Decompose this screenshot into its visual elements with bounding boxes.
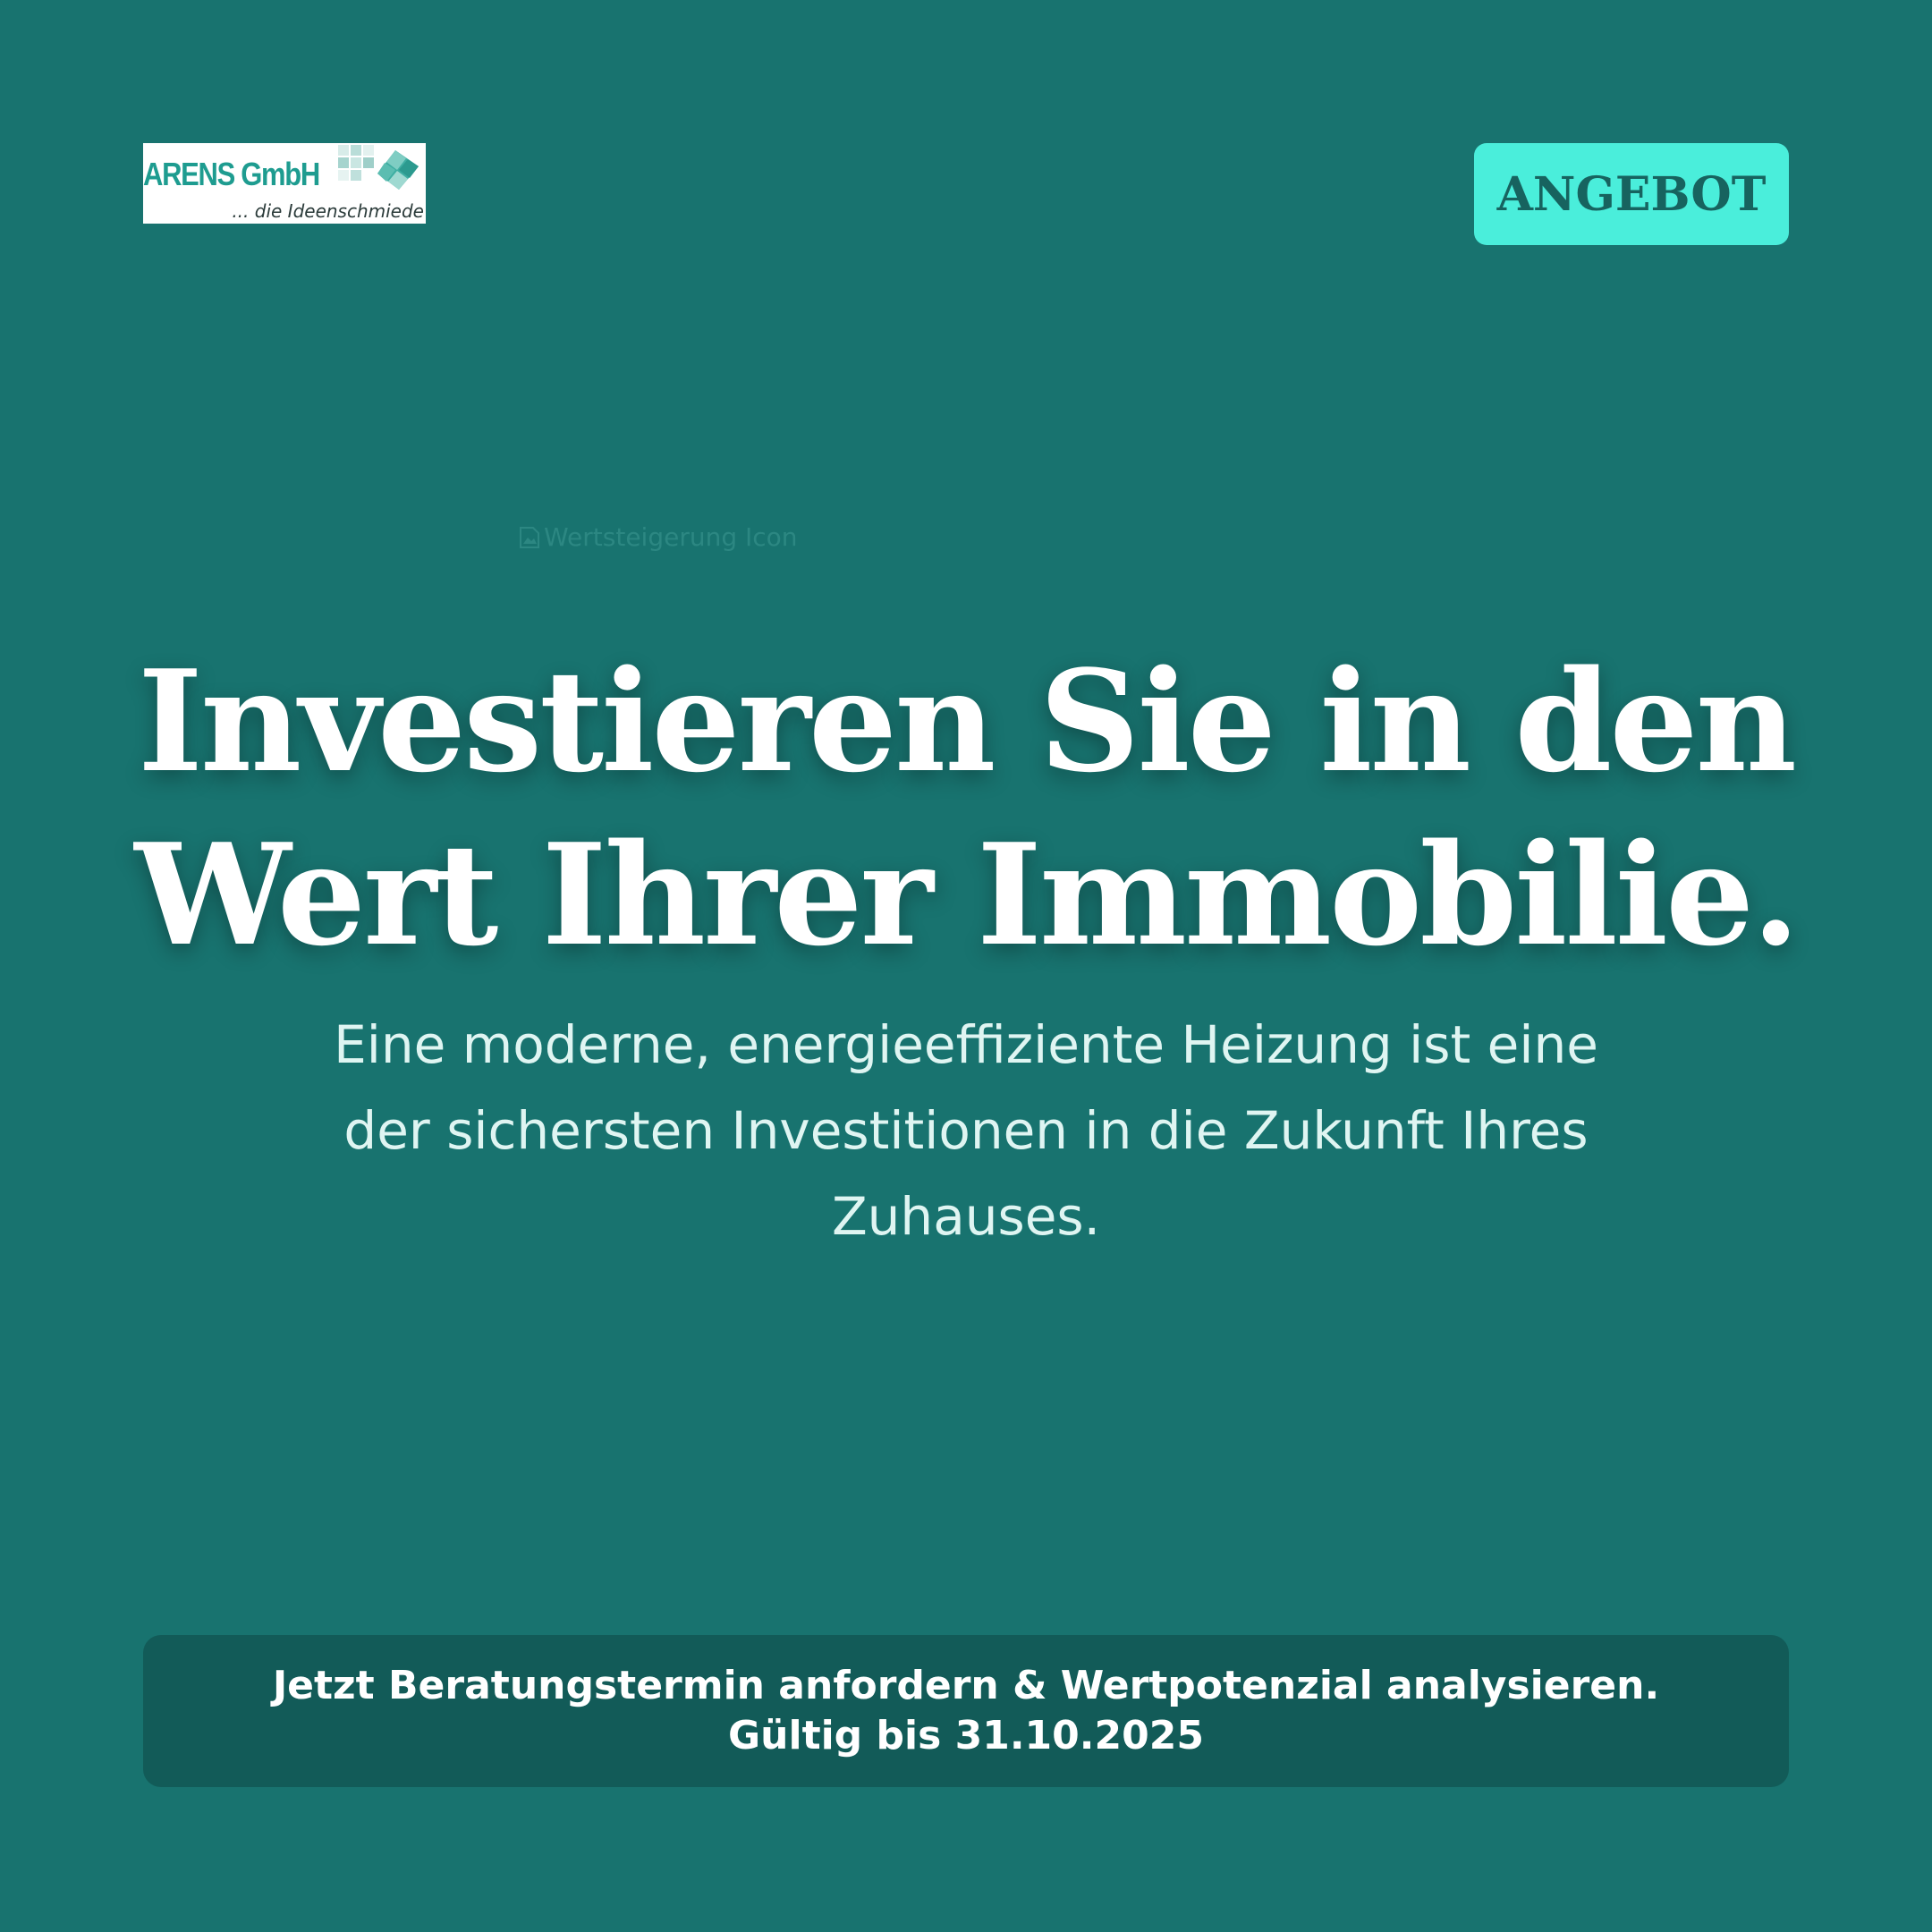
cta-banner[interactable]: Jetzt Beratungstermin anfordern & Wertpo… — [143, 1635, 1789, 1787]
wertsteigerung-image: Wertsteigerung Icon — [519, 521, 798, 553]
cta-text: Jetzt Beratungstermin anfordern & Wertpo… — [272, 1663, 1660, 1758]
broken-image-icon — [520, 527, 539, 548]
tile-diamond-icon — [338, 145, 419, 190]
logo-tagline: ... die Ideenschmiede — [232, 200, 424, 222]
logo-name: ARENS GmbH — [143, 156, 320, 192]
headline-line-2: Wert Ihrer Immobilie. — [134, 813, 1800, 977]
company-logo[interactable]: ARENS GmbH ... die Ideenschmiede — [143, 143, 426, 224]
angebot-button[interactable]: ANGEBOT — [1474, 143, 1789, 245]
hero-subtext: Eine moderne, energieeffiziente Heizung … — [334, 1014, 1598, 1247]
image-alt-text: Wertsteigerung Icon — [544, 521, 798, 552]
headline-line-1: Investieren Sie in den — [137, 640, 1797, 803]
hero-headline: Investieren Sie in den Wert Ihrer Immobi… — [0, 635, 1932, 982]
